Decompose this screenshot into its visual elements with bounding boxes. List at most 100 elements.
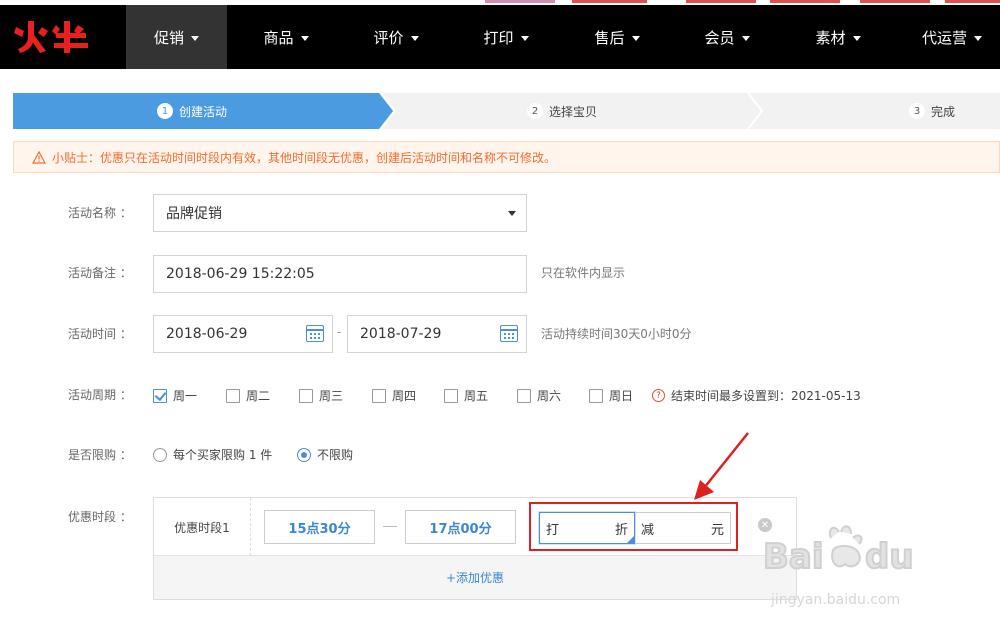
period-label: 优惠时段 ： bbox=[68, 510, 132, 524]
nav-aftersales[interactable]: 售后 bbox=[571, 5, 663, 69]
end-date-hint-text: 结束时间最多设置到：2021-05-13 bbox=[671, 389, 861, 403]
step-2-number: 2 bbox=[527, 103, 543, 119]
start-date-input[interactable]: 2018-06-29 bbox=[153, 315, 333, 353]
note-label: 活动备注 ： bbox=[68, 266, 132, 280]
nav-aftersales-label: 售后 bbox=[594, 28, 625, 47]
chevron-down-icon bbox=[852, 35, 861, 41]
nav-members-label: 会员 bbox=[704, 28, 735, 47]
chevron-down-icon bbox=[410, 35, 419, 41]
day-monday-checkbox[interactable]: 周一 bbox=[153, 387, 197, 404]
checkbox-checked-icon bbox=[153, 388, 167, 403]
warning-icon bbox=[32, 150, 46, 164]
chevron-down-icon bbox=[974, 35, 982, 41]
nav-materials[interactable]: 素材 bbox=[792, 5, 884, 69]
tip-banner: 小贴士：优惠只在活动时间时段内有效，其他时间段无优惠，创建后活动时间和名称不可修… bbox=[13, 141, 1000, 173]
day-label: 周五 bbox=[464, 389, 489, 403]
chevron-down-icon bbox=[300, 35, 309, 41]
question-icon[interactable]: ? bbox=[652, 389, 665, 402]
calendar-icon[interactable] bbox=[500, 325, 518, 342]
dropdown-caret-icon bbox=[508, 211, 516, 216]
checkbox-icon bbox=[226, 388, 240, 403]
name-label: 活动名称 ： bbox=[68, 206, 132, 220]
calendar-icon[interactable] bbox=[306, 325, 324, 342]
step-progress: 1 创建活动 2 选择宝贝 3 完成 bbox=[13, 93, 1000, 129]
end-date-input[interactable]: 2018-07-29 bbox=[347, 315, 527, 353]
date-separator: - bbox=[337, 325, 342, 339]
day-label: 周六 bbox=[537, 389, 562, 403]
step-3-label: 完成 bbox=[931, 104, 956, 119]
radio-label: 不限购 bbox=[317, 448, 354, 462]
step-1-label: 创建活动 bbox=[179, 104, 228, 119]
nav-operations[interactable]: 代运营 bbox=[904, 5, 1000, 69]
time-label: 活动时间 ： bbox=[68, 327, 132, 341]
tip-text: 小贴士：优惠只在活动时间时段内有效，其他时间段无优惠，创建后活动时间和名称不可修… bbox=[52, 150, 557, 165]
activity-name-select[interactable]: 品牌促销 bbox=[153, 194, 527, 232]
day-label: 周三 bbox=[319, 389, 344, 403]
step-2: 2 选择宝贝 bbox=[527, 93, 597, 129]
nav-operations-label: 代运营 bbox=[921, 28, 967, 47]
svg-text:jingyan.baidu.com: jingyan.baidu.com bbox=[770, 592, 900, 608]
activity-note-value: 2018-06-29 15:22:05 bbox=[166, 266, 315, 282]
activity-name-value: 品牌促销 bbox=[166, 206, 222, 222]
svg-text:Bai: Bai bbox=[763, 537, 824, 577]
radio-label: 每个买家限购 1 件 bbox=[173, 448, 273, 462]
nav-print-label: 打印 bbox=[483, 28, 514, 47]
day-sunday-checkbox[interactable]: 周日 bbox=[589, 387, 633, 404]
nav-materials-label: 素材 bbox=[815, 28, 846, 47]
nav-members[interactable]: 会员 bbox=[681, 5, 773, 69]
activity-note-input[interactable]: 2018-06-29 15:22:05 bbox=[153, 255, 527, 293]
nav-products-label: 商品 bbox=[263, 28, 294, 47]
nav-print[interactable]: 打印 bbox=[460, 5, 552, 69]
radio-icon bbox=[153, 447, 167, 462]
svg-text:du: du bbox=[865, 537, 914, 577]
day-wednesday-checkbox[interactable]: 周三 bbox=[299, 387, 343, 404]
nav-promo-label: 促销 bbox=[153, 28, 184, 47]
period-start-input[interactable]: 15点30分 bbox=[264, 510, 375, 544]
watermark: Bai du jingyan.baidu.com bbox=[763, 525, 915, 608]
nav-products[interactable]: 商品 bbox=[240, 5, 332, 69]
day-label: 周二 bbox=[246, 389, 271, 403]
end-date-value: 2018-07-29 bbox=[360, 326, 442, 342]
add-discount-button[interactable]: +添加优惠 bbox=[154, 556, 796, 599]
note-hint: 只在软件内显示 bbox=[541, 266, 626, 280]
step-1-number: 1 bbox=[157, 103, 173, 119]
nav-reviews-label: 评价 bbox=[373, 28, 404, 47]
chevron-down-icon bbox=[631, 35, 640, 41]
day-label: 周日 bbox=[609, 389, 634, 403]
period-end-input[interactable]: 17点00分 bbox=[405, 510, 516, 544]
start-date-value: 2018-06-29 bbox=[166, 326, 248, 342]
step-2-label: 选择宝贝 bbox=[549, 104, 598, 119]
limit-label: 是否限购 ： bbox=[68, 448, 132, 462]
chevron-down-icon bbox=[191, 35, 199, 41]
nav-reviews[interactable]: 评价 bbox=[350, 5, 442, 69]
nav-promo[interactable]: 促销 bbox=[126, 5, 227, 69]
brand-logo[interactable] bbox=[12, 15, 92, 59]
day-tuesday-checkbox[interactable]: 周二 bbox=[226, 387, 270, 404]
chevron-down-icon bbox=[520, 35, 529, 41]
no-limit-radio[interactable]: 不限购 bbox=[297, 446, 353, 463]
checkbox-icon bbox=[299, 388, 313, 403]
checkbox-icon bbox=[517, 388, 531, 403]
chevron-down-icon bbox=[741, 35, 750, 41]
day-friday-checkbox[interactable]: 周五 bbox=[444, 387, 488, 404]
checkbox-icon bbox=[444, 388, 458, 403]
day-label: 周一 bbox=[173, 389, 198, 403]
period-row-label: 优惠时段1 bbox=[154, 498, 251, 556]
cycle-label: 活动周期 ： bbox=[68, 388, 132, 402]
day-saturday-checkbox[interactable]: 周六 bbox=[517, 387, 561, 404]
day-thursday-checkbox[interactable]: 周四 bbox=[372, 387, 416, 404]
checkbox-icon bbox=[372, 388, 386, 403]
day-label: 周四 bbox=[392, 389, 417, 403]
step-3-number: 3 bbox=[909, 103, 925, 119]
period-dash bbox=[383, 526, 397, 527]
duration-hint: 活动持续时间30天0小时0分 bbox=[541, 327, 692, 341]
radio-selected-icon bbox=[297, 447, 311, 462]
step-1: 1 创建活动 bbox=[157, 93, 227, 129]
top-nav: 促销 商品 评价 打印 售后 会员 素材 代运营 bbox=[0, 5, 1000, 69]
limit-one-radio[interactable]: 每个买家限购 1 件 bbox=[153, 446, 272, 463]
annotation-arrow bbox=[694, 432, 749, 500]
checkbox-icon bbox=[589, 388, 603, 403]
step-3: 3 完成 bbox=[909, 93, 955, 129]
end-date-hint: ? 结束时间最多设置到：2021-05-13 bbox=[652, 387, 861, 404]
highlight-box bbox=[529, 502, 738, 551]
